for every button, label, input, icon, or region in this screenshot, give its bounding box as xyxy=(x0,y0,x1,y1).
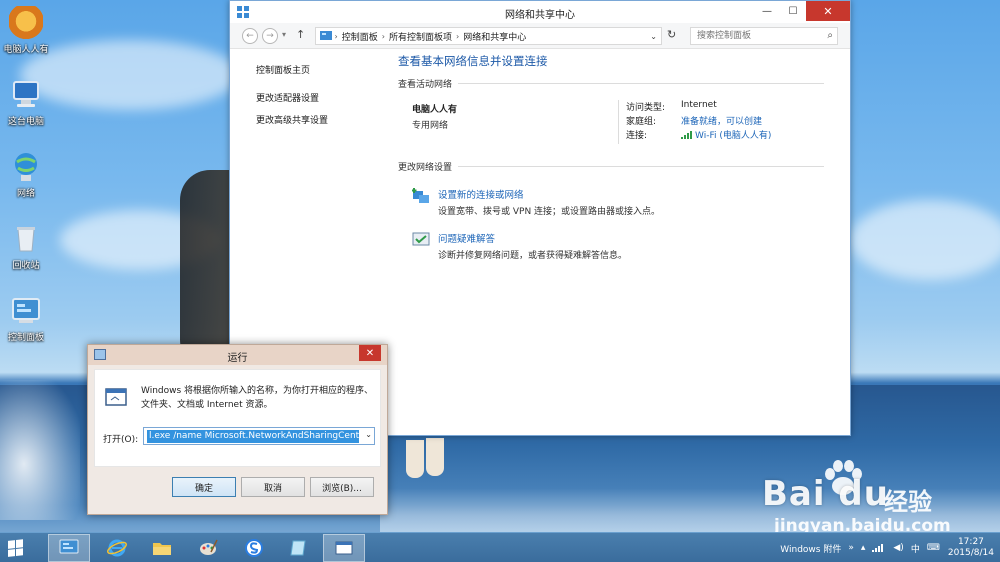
network-globe-icon xyxy=(9,150,43,184)
recent-chevron-icon[interactable]: ▾ xyxy=(282,30,286,39)
network-name: 电脑人人有 xyxy=(412,105,458,115)
address-toolbar: ← → ▾ ↑ › 控制面板 › 所有控制面板项 › 网络和共享中心 ⌄ ↻ ⌕ xyxy=(230,23,850,49)
homegroup-label: 家庭组: xyxy=(626,117,657,127)
run-command-combobox[interactable]: l.exe /name Microsoft.NetworkAndSharingC… xyxy=(143,427,375,445)
browse-button[interactable]: 浏览(B)... xyxy=(310,477,374,497)
wifi-tray-icon[interactable] xyxy=(872,543,886,553)
connection-link[interactable]: Wi-Fi (电脑人人有) xyxy=(681,128,771,141)
taskbar-internet-explorer[interactable] xyxy=(96,534,138,562)
taskbar-run[interactable] xyxy=(323,534,365,562)
desktop-icon-recycle-bin[interactable]: 回收站 xyxy=(2,222,50,271)
access-type-label: 访问类型: xyxy=(626,103,666,113)
watermark-brand-cn: 经验 xyxy=(884,488,932,516)
desktop-icon-user-folder[interactable]: 电脑人人有 xyxy=(2,6,50,55)
lion-icon xyxy=(9,6,43,40)
new-connection-icon xyxy=(412,188,429,203)
new-connection-link[interactable]: 设置新的连接或网络 xyxy=(438,187,524,201)
troubleshoot-icon xyxy=(412,232,430,246)
troubleshoot-link[interactable]: 问题疑难解答 xyxy=(438,231,495,245)
nav-change-advanced-sharing[interactable]: 更改高级共享设置 xyxy=(256,113,328,126)
clock[interactable]: 17:27 2015/8/14 xyxy=(948,537,994,559)
internet-explorer-icon xyxy=(107,539,127,557)
run-icon xyxy=(335,541,353,555)
system-tray: Windows 附件 » ▴ ◀) 中 ⌨ 17:27 2015/8/14 xyxy=(773,535,994,561)
baidu-jingyan-watermark: Bai du 经验 jingyan.baidu.com xyxy=(762,458,992,532)
tray-overflow-icon[interactable]: ▴ xyxy=(861,543,866,553)
run-dialog: 运行 ✕ Windows 将根据你所输入的名称，为你打开相应的程序、文件夹、文档… xyxy=(87,344,388,515)
open-label: 打开(O): xyxy=(103,435,139,445)
taskbar: Windows 附件 » ▴ ◀) 中 ⌨ 17:27 2015/8/14 xyxy=(0,532,1000,562)
control-panel-small-icon xyxy=(320,31,332,40)
volume-icon[interactable]: ◀) xyxy=(893,543,903,553)
watermark-brand: Bai du xyxy=(762,474,889,514)
breadcrumb-control-panel[interactable]: 控制面板 xyxy=(338,30,382,43)
taskbar-control-panel[interactable] xyxy=(48,534,90,562)
left-navigation: 控制面板主页 更改适配器设置 更改高级共享设置 xyxy=(256,63,328,135)
run-dialog-titlebar[interactable]: 运行 ✕ xyxy=(88,345,387,365)
toolbar-expand-icon[interactable]: » xyxy=(848,543,854,553)
page-title: 查看基本网络信息并设置连接 xyxy=(398,54,548,68)
search-box[interactable]: ⌕ xyxy=(690,27,838,45)
back-arrow-icon[interactable]: ← xyxy=(242,28,258,44)
control-panel-icon xyxy=(9,294,43,328)
search-input[interactable] xyxy=(691,28,811,44)
forward-arrow-icon[interactable]: → xyxy=(262,28,278,44)
address-dropdown-icon[interactable]: ⌄ xyxy=(650,32,657,41)
toolbar-label[interactable]: Windows 附件 xyxy=(780,542,841,555)
clock-time: 17:27 xyxy=(957,537,984,547)
access-type-value: Internet xyxy=(681,100,717,110)
new-connection-description: 设置宽带、拨号或 VPN 连接；或设置路由器或接入点。 xyxy=(438,207,661,217)
desktop-icon-this-pc[interactable]: 这台电脑 xyxy=(2,78,50,127)
breadcrumb-network-center[interactable]: 网络和共享中心 xyxy=(459,30,530,43)
desktop-icon-control-panel[interactable]: 控制面板 xyxy=(2,294,50,343)
taskbar-file-explorer[interactable] xyxy=(141,534,183,562)
ime-indicator[interactable]: 中 xyxy=(911,542,920,555)
control-panel-icon xyxy=(59,539,79,554)
ok-button[interactable]: 确定 xyxy=(172,477,236,497)
cancel-button[interactable]: 取消 xyxy=(241,477,305,497)
desktop-icon-network[interactable]: 网络 xyxy=(2,150,50,199)
connection-label: 连接: xyxy=(626,131,648,141)
change-settings-section: 更改网络设置 xyxy=(398,160,824,173)
clock-date: 2015/8/14 xyxy=(947,548,994,558)
computer-icon xyxy=(9,78,43,112)
up-arrow-icon[interactable]: ↑ xyxy=(296,28,305,41)
start-button[interactable] xyxy=(8,539,24,557)
wifi-signal-icon xyxy=(681,130,692,139)
network-type[interactable]: 专用网络 xyxy=(412,118,448,131)
main-content: 查看基本网络信息并设置连接 查看活动网络 电脑人人有 专用网络 访问类型: In… xyxy=(398,53,824,273)
taskbar-sogou[interactable] xyxy=(233,534,275,562)
minimize-button[interactable]: — xyxy=(754,1,780,21)
homegroup-link[interactable]: 准备就绪，可以创建 xyxy=(681,114,762,127)
sogou-browser-icon xyxy=(245,539,263,557)
task-new-connection: 设置新的连接或网络 设置宽带、拨号或 VPN 连接；或设置路由器或接入点。 xyxy=(398,185,824,229)
breadcrumb-all-items[interactable]: 所有控制面板项 xyxy=(385,30,456,43)
run-close-button[interactable]: ✕ xyxy=(359,345,381,361)
refresh-icon[interactable]: ↻ xyxy=(667,28,676,41)
search-icon[interactable]: ⌕ xyxy=(827,30,833,41)
active-network-card: 电脑人人有 专用网络 访问类型: Internet 家庭组: 准备就绪，可以创建… xyxy=(398,90,824,152)
run-description: Windows 将根据你所输入的名称，为你打开相应的程序、文件夹、文档或 Int… xyxy=(141,386,374,410)
taskbar-paint[interactable] xyxy=(187,534,229,562)
task-troubleshoot: 问题疑难解答 诊断并修复网络问题，或者获得疑难解答信息。 xyxy=(398,229,824,273)
run-dialog-title: 运行 xyxy=(227,353,248,364)
address-bar[interactable]: › 控制面板 › 所有控制面板项 › 网络和共享中心 ⌄ xyxy=(315,27,662,45)
paint-palette-icon xyxy=(200,539,218,555)
keyboard-icon[interactable]: ⌨ xyxy=(927,543,940,553)
nav-control-panel-home[interactable]: 控制面板主页 xyxy=(256,63,328,76)
close-button[interactable]: ✕ xyxy=(806,1,850,21)
watermark-site: jingyan.baidu.com xyxy=(774,516,951,532)
window-titlebar[interactable]: 网络和共享中心 — ☐ ✕ xyxy=(230,1,850,23)
recycle-bin-icon xyxy=(9,222,43,256)
nav-change-adapter-settings[interactable]: 更改适配器设置 xyxy=(256,91,328,104)
active-networks-section: 查看活动网络 xyxy=(398,77,824,90)
maximize-button[interactable]: ☐ xyxy=(780,1,806,21)
troubleshoot-description: 诊断并修复网络问题，或者获得疑难解答信息。 xyxy=(438,251,628,261)
chevron-down-icon[interactable]: ⌄ xyxy=(365,430,372,439)
run-command-value[interactable]: l.exe /name Microsoft.NetworkAndSharingC… xyxy=(147,430,359,443)
taskbar-notepad-app[interactable] xyxy=(278,534,320,562)
glass-app-icon xyxy=(290,540,306,556)
folder-icon xyxy=(153,543,171,555)
run-program-icon xyxy=(105,388,127,406)
